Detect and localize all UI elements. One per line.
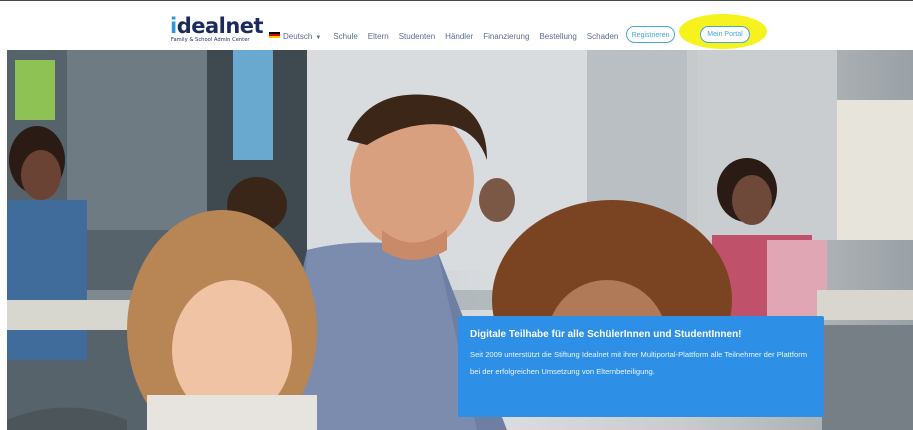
german-flag-icon [269,31,280,39]
nav-item-bestellung[interactable]: Bestellung [539,30,576,44]
logo-wordmark: idealnet [170,14,264,38]
main-nav: Deutsch ▼ Schule Eltern Studenten Händler… [269,30,628,44]
promo-title: Digitale Teilhabe für alle SchülerInnen … [470,329,742,340]
nav-item-studenten[interactable]: Studenten [399,30,435,44]
my-portal-button[interactable]: Mein Portal [700,26,750,43]
promo-text: Seit 2009 unterstützt die Stiftung Ideal… [470,350,808,376]
register-button[interactable]: Registrieren [626,26,675,43]
nav-item-schaden[interactable]: Schaden [587,30,619,44]
chevron-down-icon: ▼ [315,34,322,41]
site-logo[interactable]: idealnet Family & School Admin Center [170,16,264,48]
logo-letter-i: i [170,14,177,38]
nav-item-schule[interactable]: Schule [333,30,357,44]
nav-item-finanzierung[interactable]: Finanzierung [483,30,529,44]
language-label: Deutsch [283,31,313,41]
logo-name: dealnet [176,14,264,38]
nav-item-haendler[interactable]: Händler [445,30,473,44]
language-selector[interactable]: Deutsch ▼ [269,30,321,45]
site-header: idealnet Family & School Admin Center De… [0,1,913,50]
promo-box: Digitale Teilhabe für alle SchülerInnen … [458,316,824,417]
nav-item-eltern[interactable]: Eltern [368,30,389,44]
logo-subtitle: Family & School Admin Center [171,37,250,43]
